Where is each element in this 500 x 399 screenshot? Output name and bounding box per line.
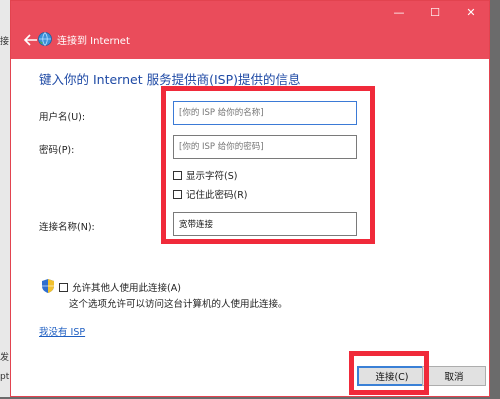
connection-name-label: 连接名称(N): xyxy=(39,222,95,233)
allow-others-checkbox[interactable]: 允许其他人使用此连接(A) xyxy=(59,280,181,294)
cancel-button[interactable]: 取消 xyxy=(422,366,486,386)
background-text: pt xyxy=(0,372,10,382)
connect-to-internet-dialog: — ☐ ✕ 连接到 Internet 键入你的 Internet 服务提供商(I… xyxy=(10,0,490,397)
page-heading: 键入你的 Internet 服务提供商(ISP)提供的信息 xyxy=(39,72,301,87)
checkbox-box[interactable] xyxy=(59,282,68,292)
checkbox-box[interactable] xyxy=(173,189,182,199)
remember-password-checkbox[interactable]: 记住此密码(R) xyxy=(173,187,248,201)
password-label: 密码(P): xyxy=(39,145,75,156)
network-globe-icon xyxy=(38,32,52,46)
show-characters-checkbox[interactable]: 显示字符(S) xyxy=(173,168,237,182)
username-label: 用户名(U): xyxy=(39,112,86,123)
checkbox-box[interactable] xyxy=(173,170,182,180)
allow-others-label: 允许其他人使用此连接(A) xyxy=(72,283,181,294)
minimize-button[interactable]: — xyxy=(381,1,417,23)
background-window-strip xyxy=(0,0,10,397)
background-text: 发 xyxy=(0,353,10,363)
connect-button[interactable]: 连接(C) xyxy=(357,366,427,386)
uac-shield-icon xyxy=(42,279,54,293)
close-button[interactable]: ✕ xyxy=(453,1,489,23)
password-input[interactable] xyxy=(173,135,357,159)
window-title: 连接到 Internet xyxy=(57,36,130,47)
title-bar: — ☐ ✕ 连接到 Internet xyxy=(11,1,489,59)
background-text: 接 xyxy=(0,37,10,47)
remember-password-label: 记住此密码(R) xyxy=(186,190,248,201)
connection-name-input[interactable] xyxy=(173,212,357,236)
maximize-button[interactable]: ☐ xyxy=(417,1,453,23)
show-characters-label: 显示字符(S) xyxy=(186,171,238,182)
window-controls: — ☐ ✕ xyxy=(381,1,489,23)
no-isp-link[interactable]: 我没有 ISP xyxy=(39,324,85,338)
allow-others-note: 这个选项允许可以访问这台计算机的人使用此连接。 xyxy=(69,299,288,310)
username-input[interactable] xyxy=(173,101,357,125)
